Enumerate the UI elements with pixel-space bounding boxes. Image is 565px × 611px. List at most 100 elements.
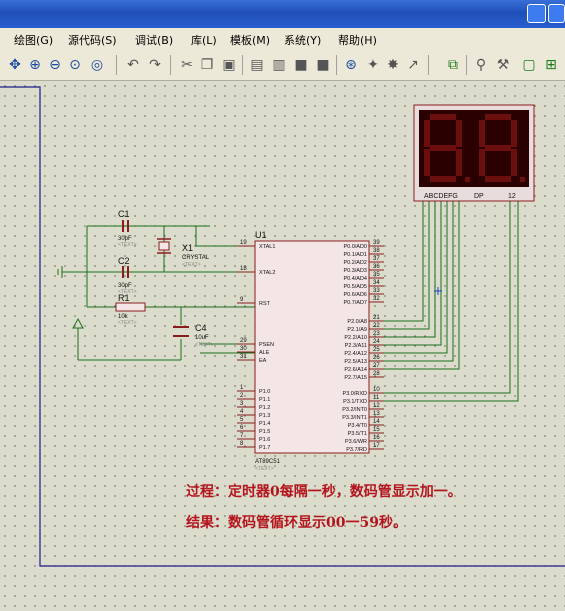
paste-icon[interactable]: ▣ xyxy=(220,56,238,74)
toolbar-separator xyxy=(116,55,117,75)
block-rotate-icon[interactable]: ■ xyxy=(292,56,310,74)
seven-segment-display[interactable]: ABCDEFG DP 12 xyxy=(413,104,535,202)
pin-name: P3.3/INT1 xyxy=(342,415,367,421)
pin-name: RST xyxy=(259,301,271,307)
segment xyxy=(485,176,511,182)
pick-device-icon[interactable]: ⊛ xyxy=(342,56,360,74)
pin-name: P0.5/AD5 xyxy=(343,284,367,290)
title-bar xyxy=(0,0,565,28)
pin-number: 2 xyxy=(240,393,244,399)
pin-number: 14 xyxy=(373,419,380,425)
pin-number: 27 xyxy=(373,363,380,369)
common-label: 12 xyxy=(508,193,516,200)
minimize-button[interactable] xyxy=(527,4,546,23)
pin-number: 3 xyxy=(240,401,244,407)
segment xyxy=(479,120,485,147)
pin-number: 24 xyxy=(373,339,380,345)
menu-template[interactable]: 模板(M) xyxy=(230,32,270,48)
pan-icon[interactable]: ✥ xyxy=(6,56,24,74)
pin-name: P1.0 xyxy=(259,389,270,395)
toolbar-separator xyxy=(466,55,467,75)
cut-icon[interactable]: ✂ xyxy=(178,56,196,74)
pin-number: 30 xyxy=(240,346,247,352)
u1-ref: U1 xyxy=(255,230,267,240)
new-sheet-icon[interactable]: ▢ xyxy=(520,56,538,74)
pin-name: P3.1/TXD xyxy=(343,399,367,405)
menu-draw[interactable]: 绘图(G) xyxy=(14,32,53,48)
segment xyxy=(430,145,456,151)
pin-name: P0.4/AD4 xyxy=(343,276,367,282)
redo-icon[interactable]: ↷ xyxy=(146,56,164,74)
search-icon[interactable]: ⚲ xyxy=(472,56,490,74)
menu-help[interactable]: 帮助(H) xyxy=(338,32,377,48)
copy-icon[interactable]: ❐ xyxy=(198,56,216,74)
segment xyxy=(456,120,462,147)
pin-name: P3.0/RXD xyxy=(343,391,367,397)
pin-number: 26 xyxy=(373,355,380,361)
pin-name: EA xyxy=(259,358,267,364)
segment xyxy=(424,149,430,176)
decimal-point xyxy=(465,177,470,182)
toolbar: ✥ ⊕ ⊖ ⊙ ◎ ↶ ↷ ✂ ❐ ▣ ▤ ▥ ■ ■ ⊛ ✦ ✸ ↗ ⧉ ⚲ … xyxy=(0,50,565,81)
segment xyxy=(456,149,462,176)
schematic-canvas[interactable]: C1 30pF <TEXT> C2 30pF <TEXT> X1 CRYSTAL… xyxy=(0,81,565,611)
result-note: 结果：数码管循环显示00一59秒。 xyxy=(186,515,407,531)
pin-number: 6 xyxy=(240,425,244,431)
pin-number: 23 xyxy=(373,331,380,337)
toolbar-separator xyxy=(336,55,337,75)
add-sheet-icon[interactable]: ⊞ xyxy=(542,56,560,74)
crystal-x1[interactable]: X1 CRYSTAL <TEXT> xyxy=(157,238,210,268)
pin-name: P1.1 xyxy=(259,397,270,403)
package-tool-icon[interactable]: ✸ xyxy=(384,56,402,74)
decimal-point xyxy=(520,177,525,182)
pin-number: 19 xyxy=(240,240,247,246)
dp-label: DP xyxy=(474,193,484,200)
pin-number: 17 xyxy=(373,443,380,449)
capacitor-c4[interactable]: C4 10uF <TEXT> xyxy=(173,323,214,348)
maximize-button[interactable] xyxy=(548,4,565,23)
menu-debug[interactable]: 调试(B) xyxy=(135,32,173,48)
segment-label: ABCDEFG xyxy=(424,193,458,200)
menu-library[interactable]: 库(L) xyxy=(191,32,217,48)
decompose-icon[interactable]: ↗ xyxy=(404,56,422,74)
menu-source[interactable]: 源代码(S) xyxy=(68,32,117,48)
power-terminal xyxy=(72,317,84,329)
menu-bar: 绘图(G) 源代码(S) 调试(B) 库(L) 模板(M) 系统(Y) 帮助(H… xyxy=(0,28,565,50)
pin-number: 34 xyxy=(373,280,380,286)
pin-number: 15 xyxy=(373,427,380,433)
mcu-u1[interactable]: U1 AT89C51 <TEXT> 19XTAL118XTAL29RST29PS… xyxy=(237,230,384,472)
undo-icon[interactable]: ↶ xyxy=(124,56,142,74)
property-tool-icon[interactable]: ⚒ xyxy=(494,56,512,74)
pin-name: P2.4/A12 xyxy=(344,351,367,357)
process-note: 过程：定时器0每隔一秒，数码管显示加一。 xyxy=(186,484,462,500)
pin-name: ALE xyxy=(259,350,270,356)
capacitor-c2[interactable]: C2 30pF <TEXT> xyxy=(118,256,137,295)
pin-name: P0.6/AD6 xyxy=(343,292,367,298)
pin-name: P0.2/AD2 xyxy=(343,260,367,266)
c4-text: <TEXT> xyxy=(195,342,214,348)
pin-name: P0.7/AD7 xyxy=(343,300,367,306)
menu-system[interactable]: 系统(Y) xyxy=(284,32,321,48)
pin-name: P2.6/A14 xyxy=(344,367,367,373)
pin-number: 22 xyxy=(373,323,380,329)
zoom-area-icon[interactable]: ◎ xyxy=(88,56,106,74)
wire-autorouter-icon[interactable]: ⧉ xyxy=(444,56,462,74)
block-copy-icon[interactable]: ▤ xyxy=(248,56,266,74)
pin-name: XTAL2 xyxy=(259,270,275,276)
pin-name: P2.7/A15 xyxy=(344,375,367,381)
pin-number: 7 xyxy=(240,433,244,439)
make-device-icon[interactable]: ✦ xyxy=(364,56,382,74)
pin-number: 11 xyxy=(373,395,380,401)
zoom-out-icon[interactable]: ⊖ xyxy=(46,56,64,74)
pin-name: P2.0/A8 xyxy=(347,319,367,325)
u1-text: <TEXT> xyxy=(255,466,274,472)
zoom-all-icon[interactable]: ⊙ xyxy=(66,56,84,74)
capacitor-c1[interactable]: C1 30pF <TEXT> xyxy=(118,209,137,248)
block-move-icon[interactable]: ▥ xyxy=(270,56,288,74)
pin-name: P3.4/T0 xyxy=(348,423,367,429)
block-delete-icon[interactable]: ■ xyxy=(314,56,332,74)
segment xyxy=(485,145,511,151)
resistor-r1[interactable]: R1 10k <TEXT> xyxy=(115,293,146,326)
r1-text: <TEXT> xyxy=(118,320,137,326)
zoom-in-icon[interactable]: ⊕ xyxy=(26,56,44,74)
